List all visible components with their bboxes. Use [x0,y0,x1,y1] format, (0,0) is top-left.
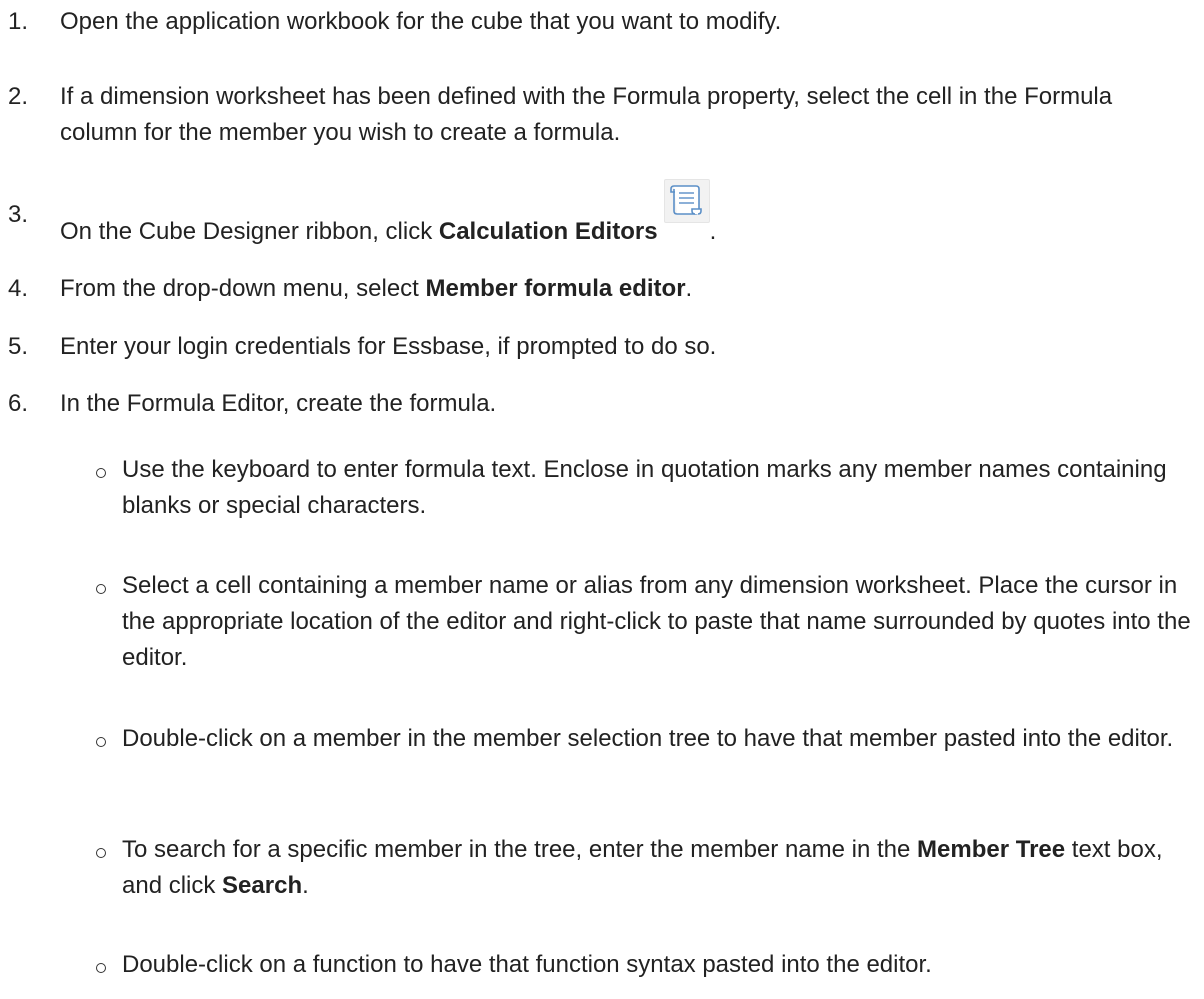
sub-item-4: To search for a specific member in the t… [96,832,1196,904]
step-2: 2. If a dimension worksheet has been def… [0,79,1204,151]
step-number: 3. [8,201,29,228]
step-text: Enter your login credentials for Essbase… [60,333,717,360]
step-number: 4. [8,275,29,302]
sub-item-text: Select a cell containing a member name o… [122,572,1191,671]
bullet-icon [96,568,122,676]
sub-item-text: Double-click on a function to have that … [122,951,932,978]
step-number: 2. [8,83,29,110]
step-text: If a dimension worksheet has been define… [60,83,1113,146]
sub-item-text: Use the keyboard to enter formula text. … [122,456,1167,519]
calculation-editors-label: Calculation Editors [438,218,658,245]
step-4: 4. From the drop-down menu, select Membe… [0,271,1204,307]
document: 1. Open the application workbook for the… [0,0,1204,999]
step-text: On the Cube Designer ribbon, click [60,218,439,245]
sub-item-5: Double-click on a function to have that … [96,947,1196,983]
sub-item-text: To search for a specific member in the t… [122,836,918,863]
step-text-end: . [709,218,717,245]
step-text: From the drop-down menu, select [60,275,426,302]
step-1: 1. Open the application workbook for the… [0,4,1204,40]
step-text: In the Formula Editor, create the formul… [60,390,497,417]
search-label: Search [222,872,303,899]
sub-item-text-end: . [302,872,309,899]
bullet-icon [96,721,122,757]
step-number: 5. [8,333,29,360]
step-text-end: . [685,275,693,302]
step-number: 6. [8,390,29,417]
bullet-icon [96,452,122,524]
sub-item-1: Use the keyboard to enter formula text. … [96,452,1196,524]
sub-item-2: Select a cell containing a member name o… [96,568,1196,676]
step-5: 5. Enter your login credentials for Essb… [0,329,1204,365]
sub-item-text: Double-click on a member in the member s… [122,725,1174,752]
calculation-editors-icon [663,179,710,223]
step-number: 1. [8,8,29,35]
member-tree-label: Member Tree [917,836,1066,863]
sub-item-3: Double-click on a member in the member s… [96,721,1196,757]
bullet-icon [96,832,122,904]
step-3: 3. On the Cube Designer ribbon, click Ca… [0,179,1204,250]
step-text: Open the application workbook for the cu… [60,8,782,35]
step-6: 6. In the Formula Editor, create the for… [0,386,1204,422]
bullet-icon [96,947,122,983]
member-formula-editor-label: Member formula editor [425,275,686,302]
